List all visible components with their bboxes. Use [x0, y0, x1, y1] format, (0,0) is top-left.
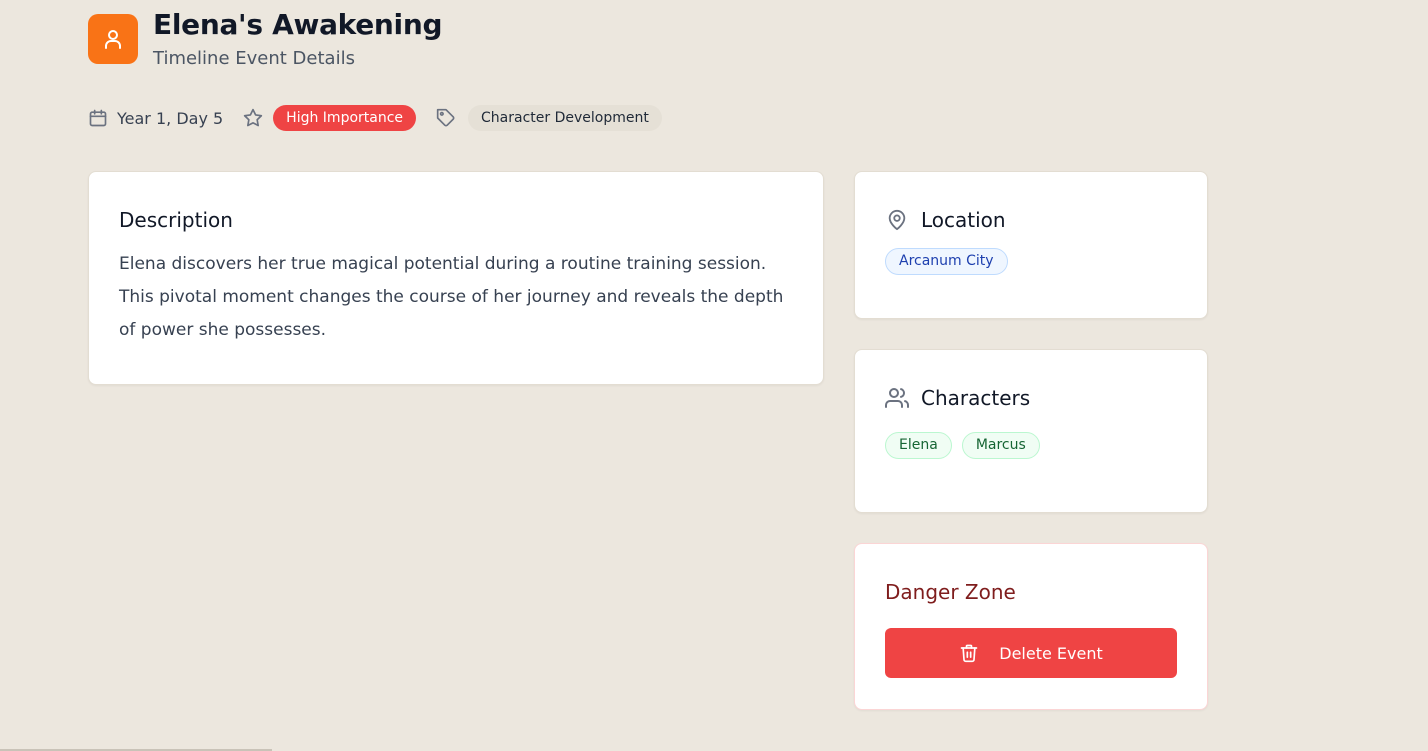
- tag-icon: [436, 108, 456, 128]
- description-title: Description: [119, 208, 233, 232]
- character-chip-elena[interactable]: Elena: [885, 432, 952, 459]
- calendar-icon: [88, 108, 108, 128]
- character-chips: Elena Marcus: [885, 432, 1177, 459]
- location-title: Location: [921, 208, 1006, 232]
- importance-badge: High Importance: [273, 105, 417, 131]
- danger-zone-card: Danger Zone Delete Event: [854, 543, 1208, 710]
- description-text: Elena discovers her true magical potenti…: [119, 254, 784, 340]
- users-icon: [885, 386, 909, 410]
- character-chip-marcus[interactable]: Marcus: [961, 432, 1040, 459]
- delete-event-button[interactable]: Delete Event: [885, 628, 1177, 678]
- location-card: Location Arcanum City: [854, 171, 1208, 319]
- star-icon: [243, 108, 263, 128]
- characters-header: Characters: [885, 384, 1177, 412]
- delete-event-label: Delete Event: [999, 643, 1103, 663]
- event-meta: Year 1, Day 5 High Importance Character …: [88, 104, 662, 132]
- trash-icon: [959, 643, 979, 663]
- description-card: Description Elena discovers her true mag…: [88, 171, 824, 385]
- page-subtitle: Timeline Event Details: [153, 48, 355, 69]
- page-title: Elena's Awakening: [153, 8, 443, 41]
- location-chip[interactable]: Arcanum City: [885, 248, 1008, 275]
- characters-title: Characters: [921, 386, 1031, 410]
- event-date: Year 1, Day 5: [117, 108, 224, 128]
- danger-zone-title: Danger Zone: [885, 580, 1016, 604]
- page-header: Elena's Awakening Timeline Event Details: [88, 6, 443, 72]
- characters-card: Characters Elena Marcus: [854, 349, 1208, 513]
- category-tag: Character Development: [468, 105, 662, 131]
- user-icon: [88, 14, 138, 64]
- map-pin-icon: [885, 208, 909, 232]
- location-header: Location: [885, 206, 1177, 234]
